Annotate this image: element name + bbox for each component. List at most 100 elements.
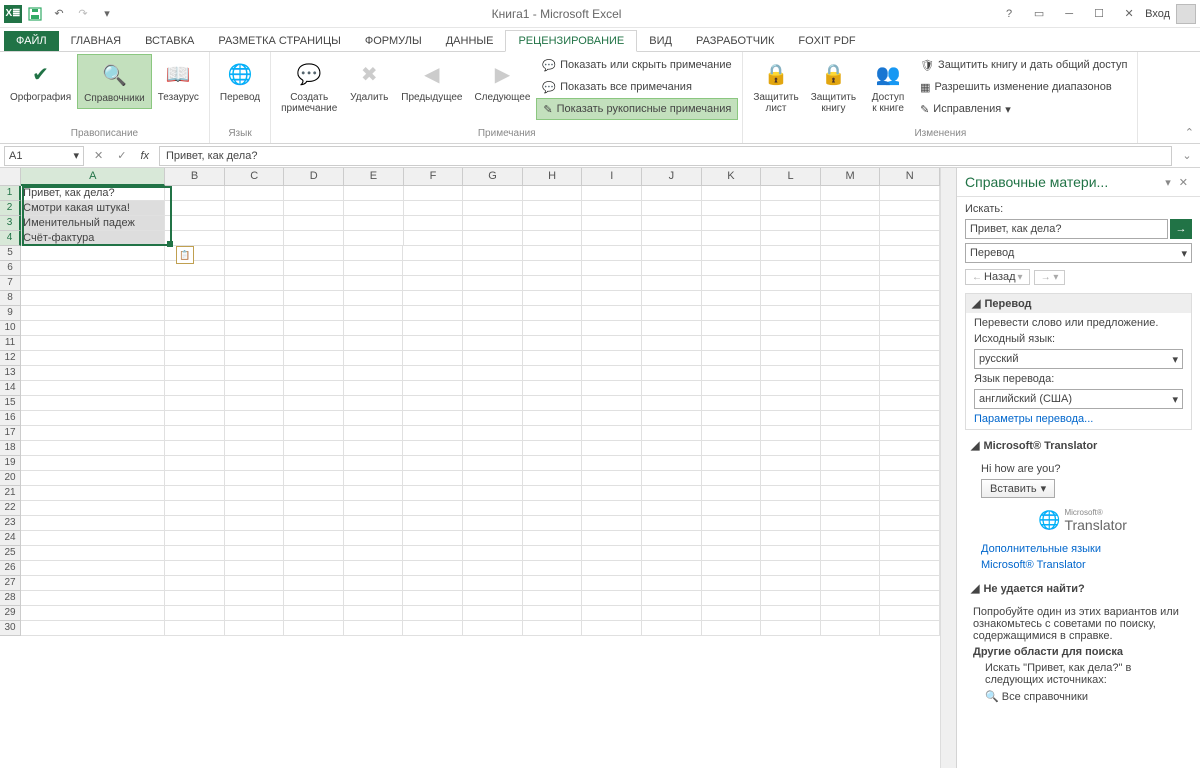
cell[interactable] (284, 411, 344, 426)
cell[interactable] (21, 411, 165, 426)
cell[interactable] (523, 291, 583, 306)
cell[interactable] (403, 531, 463, 546)
cell[interactable] (165, 306, 225, 321)
cell[interactable] (21, 501, 165, 516)
cell[interactable] (463, 276, 523, 291)
cell[interactable] (344, 576, 404, 591)
row-header[interactable]: 1 (0, 186, 21, 201)
help-button[interactable]: ? (995, 3, 1023, 25)
col-header-k[interactable]: K (702, 168, 762, 186)
cell[interactable] (403, 471, 463, 486)
cell[interactable] (21, 276, 165, 291)
cell[interactable] (21, 516, 165, 531)
cell[interactable] (821, 306, 881, 321)
cell[interactable] (165, 456, 225, 471)
cell[interactable] (880, 546, 940, 561)
cell[interactable] (21, 426, 165, 441)
cell[interactable] (523, 426, 583, 441)
cell[interactable] (225, 426, 285, 441)
cell[interactable] (821, 531, 881, 546)
cell[interactable] (582, 621, 642, 636)
cell[interactable] (225, 441, 285, 456)
cell[interactable] (165, 351, 225, 366)
cell[interactable] (880, 381, 940, 396)
cell[interactable] (821, 411, 881, 426)
cell[interactable] (761, 231, 821, 246)
cell[interactable] (582, 321, 642, 336)
cell[interactable] (403, 276, 463, 291)
cell[interactable] (582, 291, 642, 306)
cell[interactable] (225, 291, 285, 306)
cell[interactable] (404, 216, 464, 231)
col-header-m[interactable]: M (821, 168, 881, 186)
formula-input[interactable]: Привет, как дела? (159, 146, 1172, 166)
cell[interactable] (344, 486, 404, 501)
cell[interactable] (344, 276, 404, 291)
allow-ranges-button[interactable]: ▦Разрешить изменение диапазонов (914, 76, 1133, 98)
cell[interactable] (284, 531, 344, 546)
cell[interactable] (821, 441, 881, 456)
row-header[interactable]: 8 (0, 291, 21, 306)
cell[interactable] (761, 471, 821, 486)
cell[interactable]: Привет, как дела? (21, 186, 165, 201)
cell[interactable] (642, 351, 702, 366)
cell[interactable] (880, 531, 940, 546)
cell[interactable] (702, 561, 762, 576)
more-languages-link[interactable]: Дополнительные языки (981, 543, 1184, 555)
login-tab[interactable] (1176, 43, 1200, 51)
cell[interactable] (165, 546, 225, 561)
cell[interactable] (463, 261, 523, 276)
cell[interactable] (582, 561, 642, 576)
cell[interactable] (21, 261, 165, 276)
cell[interactable] (284, 306, 344, 321)
cell[interactable] (165, 186, 225, 201)
cell[interactable] (463, 306, 523, 321)
cell[interactable] (642, 261, 702, 276)
row-header[interactable]: 7 (0, 276, 21, 291)
cell[interactable] (821, 336, 881, 351)
cell[interactable] (821, 291, 881, 306)
cell[interactable] (523, 186, 583, 201)
cell[interactable] (880, 486, 940, 501)
cell[interactable] (21, 561, 165, 576)
cell[interactable] (880, 336, 940, 351)
cell[interactable]: Счёт-фактура (21, 231, 165, 246)
cell[interactable] (284, 486, 344, 501)
cell[interactable]: Смотри какая штука! (21, 201, 165, 216)
cell[interactable] (344, 621, 404, 636)
cell[interactable] (523, 396, 583, 411)
cell[interactable] (21, 291, 165, 306)
cell[interactable] (821, 261, 881, 276)
cell[interactable] (344, 246, 404, 261)
cell[interactable] (284, 291, 344, 306)
cell[interactable] (642, 576, 702, 591)
cell[interactable] (642, 381, 702, 396)
row-header[interactable]: 3 (0, 216, 21, 231)
cell[interactable] (284, 591, 344, 606)
cell[interactable] (463, 231, 523, 246)
cell[interactable] (165, 591, 225, 606)
cell[interactable] (523, 441, 583, 456)
protect-share-button[interactable]: 🛡Защитить книгу и дать общий доступ (914, 54, 1133, 76)
cell[interactable] (582, 576, 642, 591)
col-header-i[interactable]: I (582, 168, 642, 186)
cell[interactable] (403, 546, 463, 561)
row-header[interactable]: 16 (0, 411, 21, 426)
scope-select[interactable]: Перевод▾ (965, 243, 1192, 263)
cell[interactable] (821, 576, 881, 591)
cell[interactable] (165, 246, 225, 261)
cell[interactable] (523, 516, 583, 531)
delete-comment-button[interactable]: ✖Удалить (343, 54, 395, 107)
cell[interactable] (880, 261, 940, 276)
cell[interactable] (761, 201, 821, 216)
cell[interactable] (523, 276, 583, 291)
cell[interactable] (702, 291, 762, 306)
cell[interactable] (21, 441, 165, 456)
cell[interactable] (702, 531, 762, 546)
cell[interactable] (344, 186, 404, 201)
cell[interactable] (702, 231, 762, 246)
cell[interactable] (403, 621, 463, 636)
cell[interactable] (463, 456, 523, 471)
cell[interactable] (523, 231, 583, 246)
cell[interactable] (463, 426, 523, 441)
